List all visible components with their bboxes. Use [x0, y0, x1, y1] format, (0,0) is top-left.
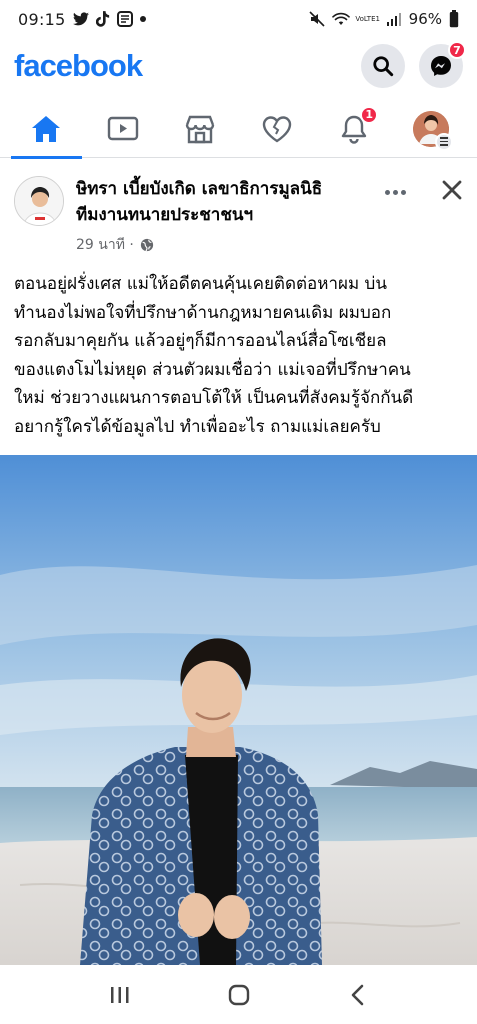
post-text-line: ทำนองไม่พอใจที่ปรึกษาด้านกฎหมายคนเดิม ผม…: [14, 302, 392, 323]
post-text-line: ตอนอยู่ฝรั่งเศส แม่ให้อดีตคนคุ้นเคยติดต่…: [14, 274, 387, 294]
post-more-button[interactable]: [380, 180, 410, 204]
close-icon: [442, 180, 462, 200]
video-icon: [108, 116, 139, 140]
facebook-logo[interactable]: facebook: [14, 48, 143, 84]
author-line-1: ษิทรา เบี้ยบังเกิด เลขาธิการมูลนิธิ: [76, 179, 323, 199]
battery-icon: [449, 10, 459, 28]
post-text: ตอนอยู่ฝรั่งเศส แม่ให้อดีตคนคุ้นเคยติดต่…: [14, 270, 466, 441]
heart-icon: [262, 115, 292, 142]
recents-button[interactable]: [95, 975, 145, 1015]
tab-watch[interactable]: [85, 100, 162, 158]
author-line-2: ทีมงานทนายประชาชนฯ: [76, 205, 254, 225]
post-close-button[interactable]: [436, 174, 468, 206]
shop-icon: [185, 115, 215, 143]
tab-home[interactable]: [8, 100, 85, 159]
post-text-line: ของแตงโมไม่หยุด ส่วนตัวผมเชื่อว่า แม่เจอ…: [14, 359, 411, 380]
author-avatar[interactable]: [14, 176, 64, 226]
volte-label: VoLTE1: [355, 15, 380, 23]
notifications-badge: 1: [360, 105, 379, 124]
home-circle-icon: [228, 984, 249, 1005]
post-header: ษิทรา เบี้ยบังเกิด เลขาธิการมูลนิธิ ทีมง…: [0, 168, 477, 260]
app-notification-icon: [116, 11, 133, 27]
post-time[interactable]: 29 นาที ·: [76, 234, 134, 256]
header-actions: 7: [361, 41, 466, 88]
main-tabs: 1: [0, 100, 477, 159]
post-author[interactable]: ษิทรา เบี้ยบังเกิด เลขาธิการมูลนิธิ ทีมง…: [76, 176, 376, 228]
battery-percent: 96%: [408, 10, 442, 28]
mute-icon: [309, 11, 325, 27]
wifi-icon: [331, 12, 350, 26]
tab-notifications[interactable]: 1: [315, 100, 392, 158]
search-button[interactable]: [361, 44, 405, 88]
status-time: 09:15: [18, 9, 66, 29]
search-icon: [373, 56, 394, 77]
status-bar: 09:15 VoLTE1 96%: [0, 0, 477, 38]
messenger-badge: 7: [448, 41, 466, 59]
dot: [400, 189, 406, 195]
dot: [392, 189, 398, 195]
twitter-icon: [72, 12, 89, 26]
tab-marketplace[interactable]: [162, 100, 239, 158]
post-meta: 29 นาที ·: [76, 234, 154, 256]
system-nav-bar: [0, 965, 477, 1024]
post-photo[interactable]: [0, 455, 477, 965]
recents-icon: [110, 986, 128, 1003]
messenger-icon: [431, 56, 451, 76]
home-icon: [32, 115, 61, 142]
back-button[interactable]: [333, 975, 383, 1015]
tiktok-icon: [95, 11, 110, 27]
back-icon: [351, 984, 363, 1005]
dot-icon: [139, 16, 146, 22]
dot: [384, 189, 390, 195]
tab-dating[interactable]: [238, 100, 315, 158]
status-right: VoLTE1 96%: [309, 10, 459, 28]
status-left: 09:15: [18, 10, 146, 29]
menu-icon: [434, 132, 453, 151]
globe-icon: [140, 238, 153, 252]
app-header: facebook 7: [0, 38, 477, 94]
post-text-line: รอกลับมาคุยกัน แล้วอยู่ๆก็มีการออนไลน์สื…: [14, 331, 387, 351]
profile-avatar: [412, 110, 453, 151]
home-system-button[interactable]: [214, 975, 264, 1015]
signal-icon: [386, 12, 402, 26]
tab-menu[interactable]: [392, 100, 469, 158]
post-text-line: ใหม่ ช่วยวางแผนการตอบโต้ให้ เป็นคนที่สัง…: [14, 388, 414, 408]
messenger-button[interactable]: 7: [419, 41, 466, 88]
post-text-line: อยากรู้ใครได้ข้อมูลไป ทำเพื่ออะไร ถามแม่…: [14, 416, 381, 437]
